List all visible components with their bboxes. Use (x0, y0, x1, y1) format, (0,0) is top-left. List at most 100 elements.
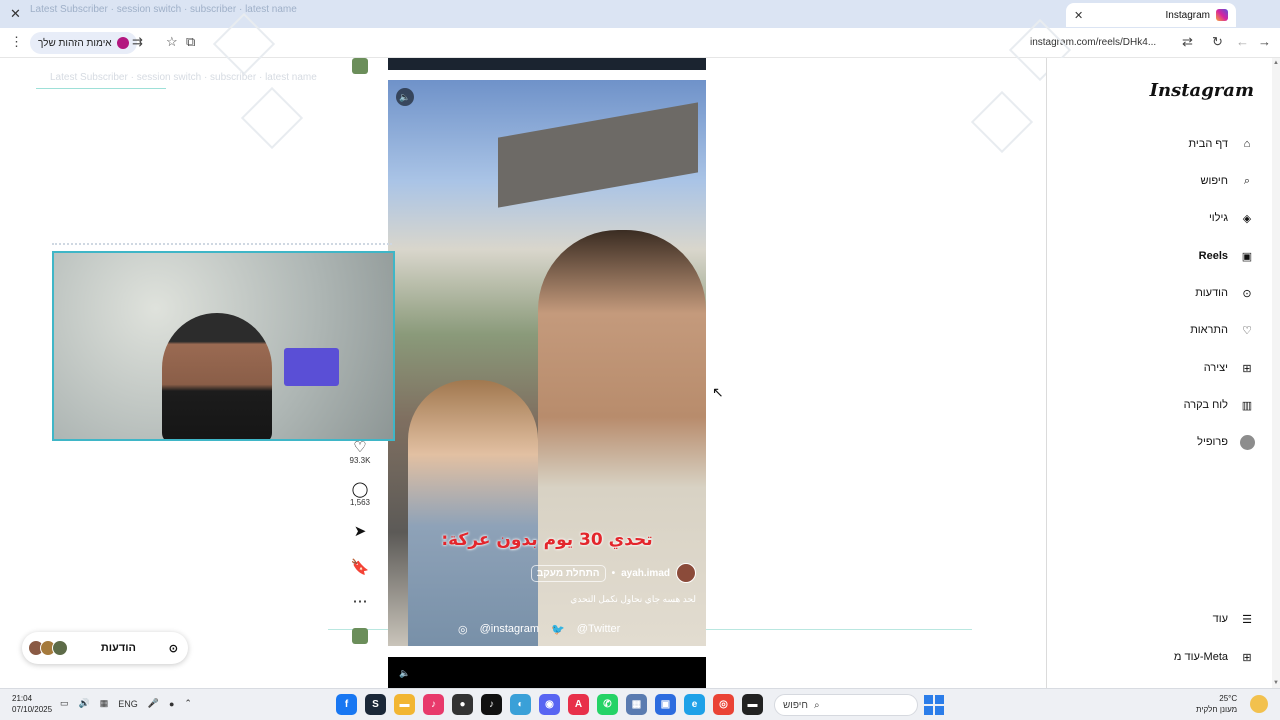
language-indicator[interactable]: ENG (118, 699, 138, 709)
sidebar-item-label: התראות (1190, 324, 1228, 336)
sidebar-item-label: הודעות (1195, 287, 1228, 299)
edge-icon[interactable]: e (684, 694, 705, 715)
compass-icon: ◈ (1242, 212, 1252, 225)
battery-icon[interactable]: ▭ (60, 698, 69, 709)
comment-icon[interactable]: ◯ (340, 480, 380, 498)
sidebar-item-label: דף הבית (1188, 138, 1228, 150)
screen: ✕ Latest Subscriber · session switch · s… (0, 0, 1280, 720)
chrome-icon[interactable]: ◎ (713, 694, 734, 715)
instagram-sidebar: Instagram דף הבית ⌂ חיפוש ⌕ גילוי ◈ Reel… (1046, 58, 1280, 688)
share-action[interactable]: ➤ (340, 522, 380, 540)
save-action[interactable]: 🔖 (340, 558, 380, 576)
hamburger-icon: ☰ (1242, 613, 1252, 626)
sidebar-item-profile[interactable]: פרופיל (1046, 427, 1280, 457)
sidebar-item-more[interactable]: עוד ☰ (1046, 604, 1280, 634)
clock-date: 07/10/2025 (12, 705, 53, 714)
clock-time: 21:04 (12, 694, 33, 703)
reels-icon: ▣ (1241, 250, 1253, 263)
chevron-up-icon[interactable]: ⌃ (184, 698, 192, 709)
screenshot-icon[interactable]: ⧉ (186, 34, 195, 50)
mute-icon[interactable]: 🔈 (396, 88, 414, 106)
microphone-icon[interactable]: 🎤 (148, 698, 159, 709)
sidebar-item-create[interactable]: יצירה ⊞ (1046, 353, 1280, 383)
author-avatar[interactable] (676, 563, 696, 583)
tab-ghost-text: Latest Subscriber · session switch · sub… (30, 4, 297, 15)
file-explorer-icon[interactable]: ▬ (394, 694, 415, 715)
author-thumbnail[interactable] (352, 58, 368, 74)
send-icon[interactable]: ➤ (340, 522, 380, 540)
scrollbar[interactable]: ▲ ▼ (1272, 58, 1280, 688)
author-name[interactable]: ayah.imad (621, 568, 670, 579)
sidebar-item-notifications[interactable]: התראות ♡ (1046, 315, 1280, 345)
profile-avatar-icon (116, 37, 129, 49)
windows-start-icon[interactable] (924, 695, 944, 715)
sidebar-item-search[interactable]: חיפוש ⌕ (1046, 166, 1280, 196)
sidebar-item-reels[interactable]: Reels ▣ (1046, 241, 1280, 271)
mute-icon[interactable]: 🔈 (396, 664, 414, 682)
site-settings-icon[interactable]: ⇄ (1182, 34, 1193, 50)
plus-square-icon: ⊞ (1242, 362, 1252, 375)
back-icon[interactable]: → (1258, 34, 1271, 49)
tab-instagram[interactable]: Instagram ✕ (1066, 3, 1236, 27)
scroll-down-icon[interactable]: ▼ (1273, 680, 1279, 686)
sidebar-item-dashboard[interactable]: לוח בקרה ▥ (1046, 390, 1280, 420)
tiktok-studio-icon[interactable]: ♪ (423, 694, 444, 715)
avatar (52, 640, 69, 656)
bookmark-star-icon[interactable]: ☆ (166, 34, 178, 50)
tiktok-icon[interactable]: ♪ (481, 694, 502, 715)
profile-chip[interactable]: אימות הזהות שלך (30, 32, 137, 54)
facebook-icon[interactable]: f (336, 694, 357, 715)
scroll-up-icon[interactable]: ▲ (1273, 60, 1279, 66)
calculator-icon[interactable]: ▦ (626, 694, 647, 715)
sidebar-item-explore[interactable]: גילוי ◈ (1046, 203, 1280, 233)
bookmark-icon[interactable]: 🔖 (340, 558, 380, 576)
twitter-icon: 🐦 (551, 623, 565, 636)
extensions-icon[interactable]: ⇉ (132, 34, 143, 50)
sidebar-item-label: חיפוש (1200, 175, 1228, 187)
store-icon[interactable]: ▣ (655, 694, 676, 715)
reel-video[interactable]: 🔈 تحدي 30 يوم بدون عركة: ayah.imad • התח… (388, 80, 706, 646)
terminal-icon[interactable]: ▬ (742, 694, 763, 715)
taskbar-search[interactable]: ⌕ חיפוש (774, 694, 918, 716)
weather-icon (1250, 695, 1268, 713)
like-action[interactable]: ♡ 93.3K (340, 438, 380, 465)
more-dots-icon[interactable]: ⋯ (340, 592, 380, 610)
weather-widget[interactable]: 25°C מעונן חלקית (1196, 693, 1237, 715)
network-icon[interactable]: ▦ (100, 698, 109, 709)
tab-title: Instagram (1165, 9, 1210, 21)
app-icon[interactable]: ◐ (510, 694, 531, 715)
messages-pill[interactable]: ⊙ הודעות (22, 632, 188, 664)
overlay-diamond-icon (970, 90, 1034, 154)
tray-app-icon[interactable]: ● (169, 699, 174, 709)
volume-icon[interactable]: 🔊 (79, 698, 90, 709)
window-close-icon[interactable]: ✕ (10, 6, 21, 22)
instagram-logo[interactable]: Instagram (1150, 80, 1254, 101)
stream-social-bar: ◎ @instagram 🐦 @Twitter (388, 618, 706, 640)
search-icon: ⌕ (1243, 174, 1251, 187)
reel-description[interactable]: لحد هسه جاي نحاول نكمل التحدي (570, 594, 696, 605)
messages-avatars (28, 640, 69, 656)
previous-reel-edge (388, 58, 706, 70)
system-tray: ▭ 🔊 ▦ ENG 🎤 ● ⌃ (60, 698, 192, 709)
sidebar-item-home[interactable]: דף הבית ⌂ (1046, 129, 1280, 159)
obs-icon[interactable]: ● (452, 694, 473, 715)
sidebar-item-meta[interactable]: עוד מ-Meta ⊞ (1046, 642, 1280, 672)
browser-tab-strip: ✕ Latest Subscriber · session switch · s… (0, 0, 1280, 28)
audio-thumbnail[interactable] (352, 628, 368, 644)
whatsapp-icon[interactable]: ✆ (597, 694, 618, 715)
taskbar-clock[interactable]: 21:04 07/10/2025 (12, 693, 52, 715)
social-twitter: @Twitter (576, 623, 621, 635)
reload-icon[interactable]: ↻ (1212, 34, 1223, 50)
discord-icon[interactable]: ◉ (539, 694, 560, 715)
tab-close-icon[interactable]: ✕ (1074, 9, 1083, 22)
comment-count: 1,563 (349, 498, 371, 507)
more-action[interactable]: ⋯ (340, 592, 380, 610)
forward-icon[interactable]: ← (1236, 34, 1249, 49)
next-reel[interactable]: 🔈 (388, 657, 706, 688)
follow-button[interactable]: התחלת מעקב (530, 564, 606, 582)
sidebar-item-messages[interactable]: הודעות ⊙ (1046, 278, 1280, 308)
adobe-icon[interactable]: A (568, 694, 589, 715)
steam-icon[interactable]: S (365, 694, 386, 715)
comment-action[interactable]: ◯ 1,563 (340, 480, 380, 507)
kebab-menu-icon[interactable]: ⋮ (10, 34, 23, 50)
